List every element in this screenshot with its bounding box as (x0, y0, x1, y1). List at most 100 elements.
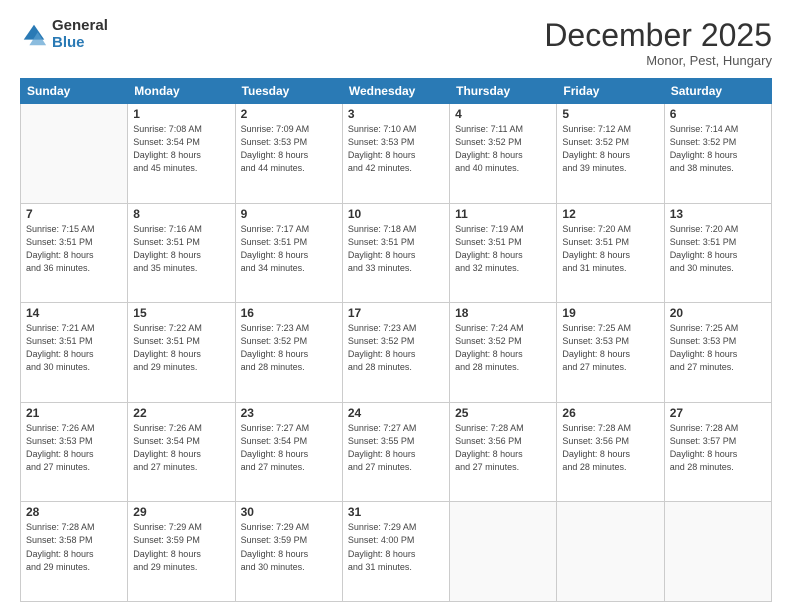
day-number: 19 (562, 306, 658, 320)
table-row (664, 502, 771, 602)
table-row: 7 Sunrise: 7:15 AM Sunset: 3:51 PM Daylig… (21, 203, 128, 303)
table-row: 16 Sunrise: 7:23 AM Sunset: 3:52 PM Dayli… (235, 303, 342, 403)
table-row: 2 Sunrise: 7:09 AM Sunset: 3:53 PM Daylig… (235, 104, 342, 204)
day-number: 22 (133, 406, 229, 420)
table-row: 20 Sunrise: 7:25 AM Sunset: 3:53 PM Dayli… (664, 303, 771, 403)
page: General Blue December 2025 Monor, Pest, … (0, 0, 792, 612)
table-row: 13Sunrise: 7:20 AM Sunset: 3:51 PM Dayli… (664, 203, 771, 303)
col-friday: Friday (557, 79, 664, 104)
col-thursday: Thursday (450, 79, 557, 104)
day-number: 8 (133, 207, 229, 221)
day-info: Sunrise: 7:28 AM Sunset: 3:56 PM Dayligh… (562, 422, 658, 474)
col-sunday: Sunday (21, 79, 128, 104)
day-number: 1 (133, 107, 229, 121)
logo-icon (20, 21, 48, 49)
table-row: 11 Sunrise: 7:19 AM Sunset: 3:51 PM Dayli… (450, 203, 557, 303)
day-info: Sunrise: 7:19 AM Sunset: 3:51 PM Dayligh… (455, 223, 551, 275)
day-info: Sunrise: 7:27 AM Sunset: 3:55 PM Dayligh… (348, 422, 444, 474)
day-info: Sunrise: 7:24 AM Sunset: 3:52 PM Dayligh… (455, 322, 551, 374)
day-number: 26 (562, 406, 658, 420)
day-number: 9 (241, 207, 337, 221)
table-row: 4Sunrise: 7:11 AM Sunset: 3:52 PM Daylig… (450, 104, 557, 204)
table-row: 3 Sunrise: 7:10 AM Sunset: 3:53 PM Daylig… (342, 104, 449, 204)
day-info: Sunrise: 7:27 AM Sunset: 3:54 PM Dayligh… (241, 422, 337, 474)
day-number: 21 (26, 406, 122, 420)
day-number: 17 (348, 306, 444, 320)
table-row: 1 Sunrise: 7:08 AM Sunset: 3:54 PM Daylig… (128, 104, 235, 204)
table-row: 14 Sunrise: 7:21 AM Sunset: 3:51 PM Dayli… (21, 303, 128, 403)
logo-general-text: General (52, 18, 108, 35)
table-row: 29Sunrise: 7:29 AM Sunset: 3:59 PM Dayli… (128, 502, 235, 602)
logo-blue-text: Blue (52, 35, 108, 52)
day-number: 31 (348, 505, 444, 519)
day-number: 16 (241, 306, 337, 320)
day-info: Sunrise: 7:21 AM Sunset: 3:51 PM Dayligh… (26, 322, 122, 374)
day-info: Sunrise: 7:18 AM Sunset: 3:51 PM Dayligh… (348, 223, 444, 275)
table-row: 30Sunrise: 7:29 AM Sunset: 3:59 PM Dayli… (235, 502, 342, 602)
calendar-week-row: 21Sunrise: 7:26 AM Sunset: 3:53 PM Dayli… (21, 402, 772, 502)
day-number: 12 (562, 207, 658, 221)
day-info: Sunrise: 7:28 AM Sunset: 3:58 PM Dayligh… (26, 521, 122, 573)
table-row: 31 Sunrise: 7:29 AM Sunset: 4:00 PM Dayli… (342, 502, 449, 602)
col-monday: Monday (128, 79, 235, 104)
calendar-week-row: 1 Sunrise: 7:08 AM Sunset: 3:54 PM Daylig… (21, 104, 772, 204)
day-info: Sunrise: 7:23 AM Sunset: 3:52 PM Dayligh… (241, 322, 337, 374)
calendar-header-row: Sunday Monday Tuesday Wednesday Thursday… (21, 79, 772, 104)
day-number: 25 (455, 406, 551, 420)
table-row: 12 Sunrise: 7:20 AM Sunset: 3:51 PM Dayli… (557, 203, 664, 303)
day-info: Sunrise: 7:15 AM Sunset: 3:51 PM Dayligh… (26, 223, 122, 275)
table-row: 6Sunrise: 7:14 AM Sunset: 3:52 PM Daylig… (664, 104, 771, 204)
day-info: Sunrise: 7:22 AM Sunset: 3:51 PM Dayligh… (133, 322, 229, 374)
table-row: 5Sunrise: 7:12 AM Sunset: 3:52 PM Daylig… (557, 104, 664, 204)
table-row (21, 104, 128, 204)
title-block: December 2025 Monor, Pest, Hungary (544, 18, 772, 68)
day-info: Sunrise: 7:10 AM Sunset: 3:53 PM Dayligh… (348, 123, 444, 175)
day-info: Sunrise: 7:20 AM Sunset: 3:51 PM Dayligh… (670, 223, 766, 275)
table-row: 27 Sunrise: 7:28 AM Sunset: 3:57 PM Dayli… (664, 402, 771, 502)
day-info: Sunrise: 7:23 AM Sunset: 3:52 PM Dayligh… (348, 322, 444, 374)
day-info: Sunrise: 7:28 AM Sunset: 3:57 PM Dayligh… (670, 422, 766, 474)
calendar-week-row: 28 Sunrise: 7:28 AM Sunset: 3:58 PM Dayli… (21, 502, 772, 602)
table-row: 10 Sunrise: 7:18 AM Sunset: 3:51 PM Dayli… (342, 203, 449, 303)
day-info: Sunrise: 7:09 AM Sunset: 3:53 PM Dayligh… (241, 123, 337, 175)
day-number: 24 (348, 406, 444, 420)
table-row: 28 Sunrise: 7:28 AM Sunset: 3:58 PM Dayli… (21, 502, 128, 602)
day-number: 28 (26, 505, 122, 519)
day-info: Sunrise: 7:29 AM Sunset: 3:59 PM Dayligh… (133, 521, 229, 573)
day-number: 3 (348, 107, 444, 121)
day-number: 27 (670, 406, 766, 420)
day-info: Sunrise: 7:29 AM Sunset: 4:00 PM Dayligh… (348, 521, 444, 573)
calendar-week-row: 7 Sunrise: 7:15 AM Sunset: 3:51 PM Daylig… (21, 203, 772, 303)
day-number: 20 (670, 306, 766, 320)
day-info: Sunrise: 7:17 AM Sunset: 3:51 PM Dayligh… (241, 223, 337, 275)
day-info: Sunrise: 7:25 AM Sunset: 3:53 PM Dayligh… (670, 322, 766, 374)
logo-text: General Blue (52, 18, 108, 51)
day-number: 10 (348, 207, 444, 221)
table-row: 15 Sunrise: 7:22 AM Sunset: 3:51 PM Dayli… (128, 303, 235, 403)
location: Monor, Pest, Hungary (544, 53, 772, 68)
logo: General Blue (20, 18, 108, 51)
day-number: 14 (26, 306, 122, 320)
calendar-table: Sunday Monday Tuesday Wednesday Thursday… (20, 78, 772, 602)
table-row (557, 502, 664, 602)
day-number: 5 (562, 107, 658, 121)
table-row: 21Sunrise: 7:26 AM Sunset: 3:53 PM Dayli… (21, 402, 128, 502)
table-row: 26 Sunrise: 7:28 AM Sunset: 3:56 PM Dayli… (557, 402, 664, 502)
day-info: Sunrise: 7:20 AM Sunset: 3:51 PM Dayligh… (562, 223, 658, 275)
table-row: 25 Sunrise: 7:28 AM Sunset: 3:56 PM Dayli… (450, 402, 557, 502)
col-saturday: Saturday (664, 79, 771, 104)
day-number: 4 (455, 107, 551, 121)
day-number: 15 (133, 306, 229, 320)
table-row: 9 Sunrise: 7:17 AM Sunset: 3:51 PM Daylig… (235, 203, 342, 303)
month-title: December 2025 (544, 18, 772, 53)
table-row: 19Sunrise: 7:25 AM Sunset: 3:53 PM Dayli… (557, 303, 664, 403)
day-info: Sunrise: 7:14 AM Sunset: 3:52 PM Dayligh… (670, 123, 766, 175)
day-info: Sunrise: 7:08 AM Sunset: 3:54 PM Dayligh… (133, 123, 229, 175)
day-info: Sunrise: 7:28 AM Sunset: 3:56 PM Dayligh… (455, 422, 551, 474)
day-number: 11 (455, 207, 551, 221)
calendar-week-row: 14 Sunrise: 7:21 AM Sunset: 3:51 PM Dayli… (21, 303, 772, 403)
day-info: Sunrise: 7:26 AM Sunset: 3:54 PM Dayligh… (133, 422, 229, 474)
day-number: 2 (241, 107, 337, 121)
col-tuesday: Tuesday (235, 79, 342, 104)
day-number: 7 (26, 207, 122, 221)
